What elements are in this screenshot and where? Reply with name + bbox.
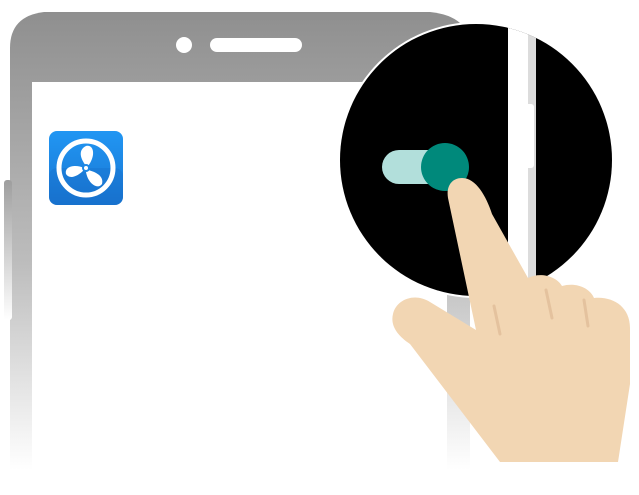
illustration-stage: [0, 0, 639, 490]
fan-app-icon[interactable]: [49, 131, 123, 205]
phone-illustration: [4, 12, 630, 490]
toggle-switch-control[interactable]: [382, 141, 474, 193]
